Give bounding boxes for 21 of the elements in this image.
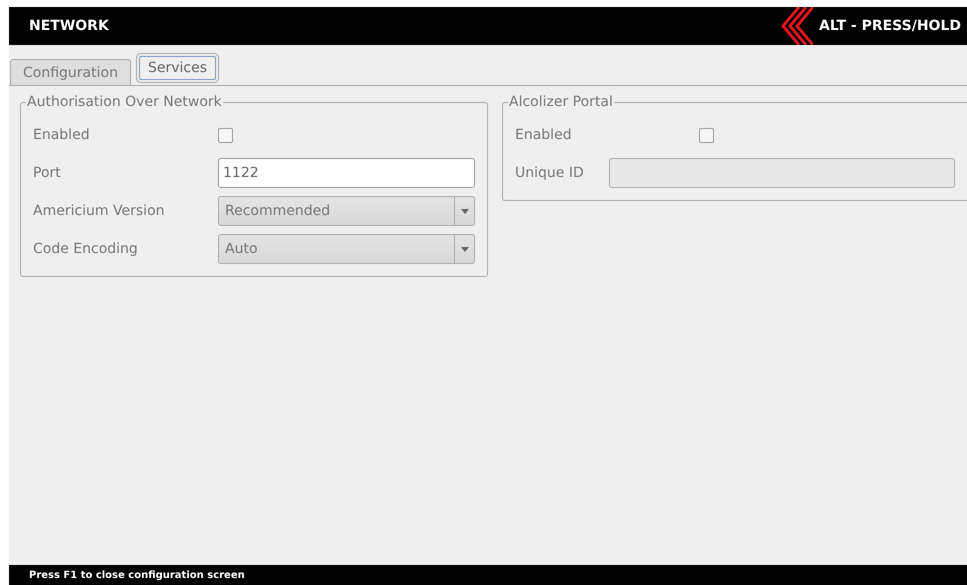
- caret-icon: [460, 208, 468, 214]
- input-field[interactable]: 1122: [218, 158, 475, 188]
- screen-title: NETWORK: [29, 18, 109, 34]
- alt-hint: ALT - PRESS/HOLD: [819, 18, 961, 34]
- field-label: Enabled: [515, 127, 573, 143]
- tab[interactable]: Configuration: [10, 59, 131, 85]
- field-label: Code Encoding: [33, 241, 139, 257]
- checkbox[interactable]: [699, 128, 714, 142]
- field-label: Port: [33, 165, 62, 181]
- field-label: Americium Version: [33, 203, 166, 219]
- dropdown[interactable]: Recommended: [218, 196, 475, 226]
- status-text: Press F1 to close configuration screen: [29, 570, 245, 580]
- field-label: Enabled: [33, 127, 91, 143]
- chevron-logo-icon: [779, 7, 814, 45]
- caret-icon: [460, 246, 468, 252]
- tab[interactable]: Services: [138, 56, 216, 80]
- group-title: Alcolizer Portal: [508, 94, 614, 110]
- field-label: Unique ID: [515, 165, 585, 181]
- group-title: Authorisation Over Network: [26, 94, 223, 110]
- dropdown[interactable]: Auto: [218, 234, 475, 264]
- checkbox[interactable]: [218, 128, 233, 142]
